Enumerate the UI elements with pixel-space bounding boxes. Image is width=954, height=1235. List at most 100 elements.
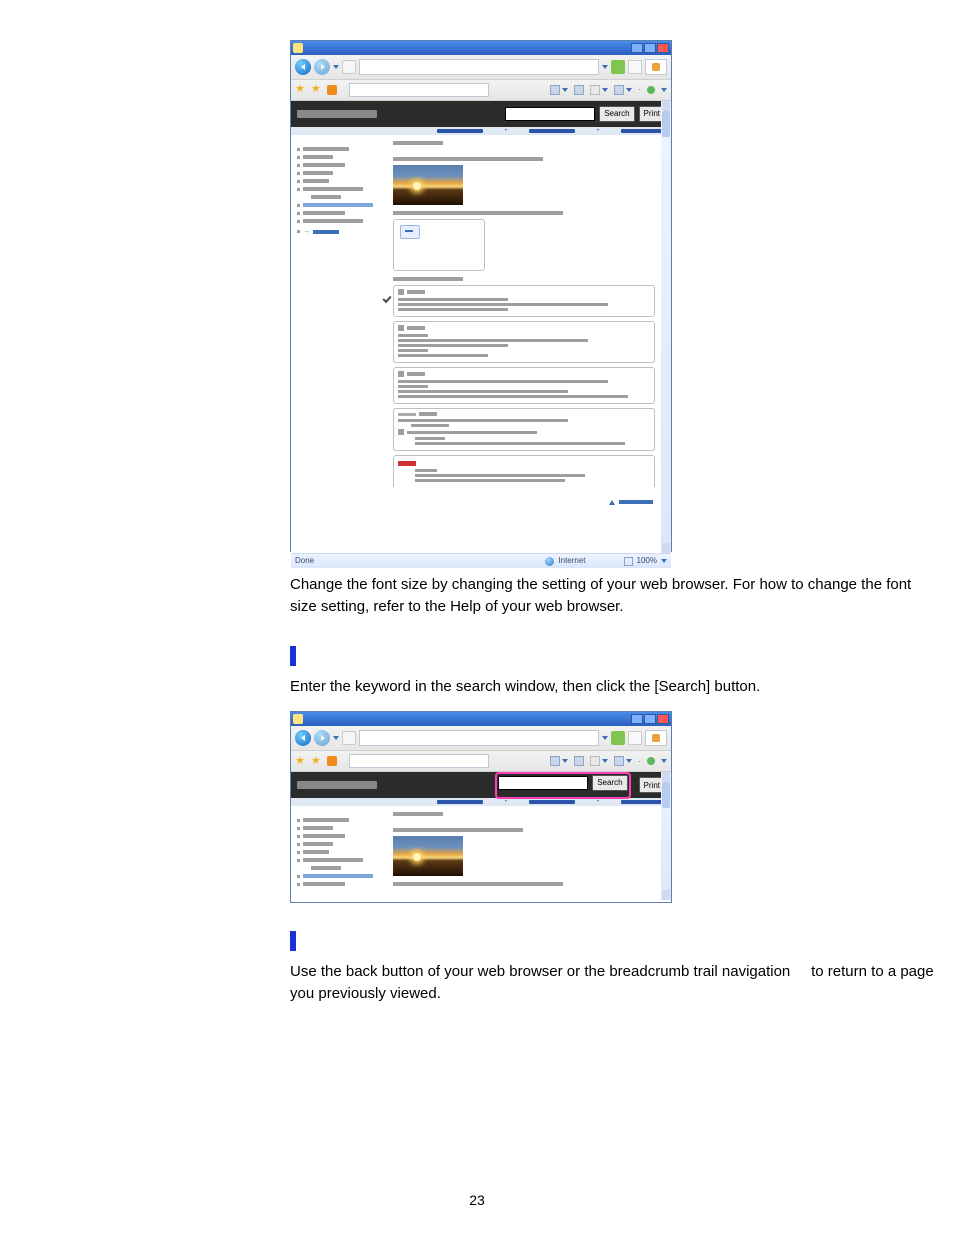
zoom-dropdown[interactable]	[661, 559, 667, 563]
page-menu[interactable]	[614, 756, 632, 766]
site-search-input[interactable]	[505, 107, 595, 121]
minimize-button[interactable]	[631, 43, 643, 53]
tools-menu[interactable]	[661, 88, 667, 92]
nav-item[interactable]	[297, 187, 385, 191]
vertical-scrollbar[interactable]	[661, 101, 671, 553]
live-search-box[interactable]	[645, 730, 667, 746]
bullet-icon	[398, 371, 404, 377]
scroll-down-arrow[interactable]	[662, 543, 670, 553]
vertical-scrollbar[interactable]	[661, 772, 671, 900]
option-panel	[393, 408, 655, 451]
address-input[interactable]	[360, 737, 602, 751]
page-viewport: Search Print • •	[291, 101, 671, 553]
zoom-icon[interactable]	[624, 557, 633, 566]
feed-icon[interactable]	[327, 756, 337, 766]
tab[interactable]	[349, 754, 489, 768]
tools-menu[interactable]	[661, 759, 667, 763]
nav-item[interactable]	[297, 219, 385, 223]
safety-icon[interactable]	[647, 757, 655, 765]
nav-history-dropdown[interactable]	[333, 65, 339, 69]
feed-icon[interactable]	[327, 85, 337, 95]
nav-item[interactable]	[297, 882, 385, 886]
refresh-button[interactable]	[611, 60, 625, 74]
nav-item[interactable]	[297, 818, 385, 822]
back-button[interactable]	[295, 59, 311, 75]
site-search-button[interactable]: Search	[592, 775, 627, 791]
bullet-icon	[398, 429, 404, 435]
nav-pill[interactable]	[529, 129, 575, 133]
info-card	[393, 219, 485, 271]
home-menu[interactable]	[550, 756, 568, 766]
main-content	[389, 135, 661, 516]
tab[interactable]	[349, 83, 489, 97]
address-dropdown[interactable]	[602, 736, 608, 740]
stop-button[interactable]	[628, 731, 642, 745]
site-search-input[interactable]	[498, 776, 588, 790]
option-panel	[393, 285, 655, 317]
nav-history-dropdown[interactable]	[333, 736, 339, 740]
nav-item-active[interactable]	[297, 203, 385, 207]
scroll-down-arrow[interactable]	[662, 890, 670, 900]
nav-pill[interactable]	[437, 800, 483, 804]
window-titlebar	[291, 41, 671, 55]
nav-item[interactable]	[297, 179, 385, 183]
safety-icon[interactable]	[647, 86, 655, 94]
back-button[interactable]	[295, 730, 311, 746]
refresh-button[interactable]	[611, 731, 625, 745]
close-button[interactable]	[657, 714, 669, 724]
add-favorite-icon[interactable]: ★	[311, 754, 321, 769]
nav-item[interactable]	[297, 163, 385, 167]
minimize-button[interactable]	[631, 714, 643, 724]
print-menu[interactable]	[590, 85, 608, 95]
forward-button[interactable]	[314, 59, 330, 75]
scroll-up-arrow[interactable]	[662, 772, 670, 782]
nav-subitem[interactable]	[305, 195, 385, 199]
scroll-up-arrow[interactable]	[662, 101, 670, 111]
maximize-button[interactable]	[644, 714, 656, 724]
scrollbar-thumb[interactable]	[662, 111, 670, 137]
nav-pill[interactable]	[437, 129, 483, 133]
nav-item[interactable]	[297, 211, 385, 215]
stop-button[interactable]	[628, 60, 642, 74]
paragraph-back-button: Use the back button of your web browser …	[290, 961, 934, 1005]
forward-button[interactable]	[314, 730, 330, 746]
nav-pill[interactable]	[529, 800, 575, 804]
close-button[interactable]	[657, 43, 669, 53]
browser-screenshot-2: ★ ★ ·	[290, 711, 672, 903]
heading-line	[393, 211, 563, 215]
nav-item[interactable]	[297, 850, 385, 854]
scrollbar-thumb[interactable]	[662, 782, 670, 808]
page-top-link[interactable]	[393, 491, 653, 512]
nav-item[interactable]	[297, 826, 385, 830]
nav-item[interactable]	[297, 147, 385, 151]
nav-item[interactable]	[297, 842, 385, 846]
live-search-box[interactable]	[645, 59, 667, 75]
home-menu[interactable]	[550, 85, 568, 95]
print-menu[interactable]	[590, 756, 608, 766]
status-zoom: 100%	[637, 555, 657, 566]
paragraph-search: Enter the keyword in the search window, …	[290, 676, 934, 698]
nav-item[interactable]	[297, 858, 385, 862]
status-zone: Internet	[558, 555, 585, 566]
nav-item[interactable]	[297, 155, 385, 159]
address-input[interactable]	[360, 66, 602, 80]
feeds-menu[interactable]	[574, 756, 584, 766]
add-favorite-icon[interactable]: ★	[311, 82, 321, 97]
globe-icon	[545, 557, 554, 566]
favorites-star-icon[interactable]: ★	[295, 82, 305, 97]
page-menu[interactable]	[614, 85, 632, 95]
feeds-menu[interactable]	[574, 85, 584, 95]
site-search-button[interactable]: Search	[599, 106, 634, 122]
nav-item-active[interactable]	[297, 874, 385, 878]
maximize-button[interactable]	[644, 43, 656, 53]
nav-item[interactable]	[297, 171, 385, 175]
address-bar[interactable]	[359, 59, 599, 75]
address-dropdown[interactable]	[602, 65, 608, 69]
favorites-star-icon[interactable]: ★	[295, 754, 305, 769]
nav-subitem[interactable]	[305, 866, 385, 870]
page-icon	[342, 60, 356, 74]
address-bar[interactable]	[359, 730, 599, 746]
nav-more-link[interactable]: →	[297, 227, 385, 237]
ie-nav-toolbar	[291, 55, 671, 80]
nav-item[interactable]	[297, 834, 385, 838]
